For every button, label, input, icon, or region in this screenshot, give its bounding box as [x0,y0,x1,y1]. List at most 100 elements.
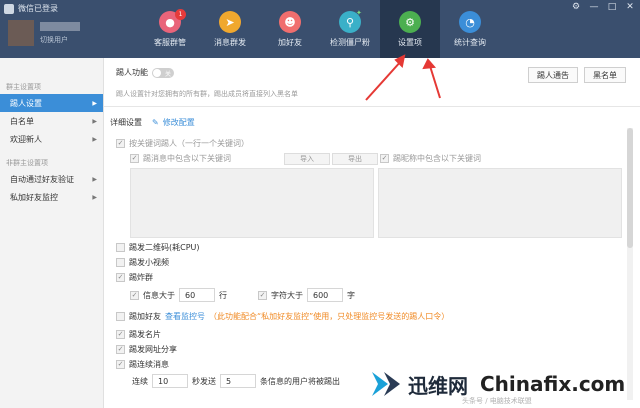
settings-icon[interactable]: ⚙ [570,2,582,12]
sidebar-item-welcome[interactable]: 欢迎新人 ▶ [0,130,103,148]
nav-label: 统计查询 [454,38,486,47]
video-checkbox[interactable] [116,258,125,267]
msg-keyword-textarea[interactable] [130,168,374,238]
sidebar-item-kick-settings[interactable]: 踢人设置 ▶ [0,94,103,112]
minimize-icon[interactable]: — [588,2,600,12]
nav-label: 检测僵尸粉 [330,38,370,47]
nav-mass-message[interactable]: ➤ 消息群发 [200,0,260,58]
user-name-blurred [40,22,80,31]
import-button[interactable]: 导入 [284,153,330,165]
nick-keyword-row: 踢昵称中包含以下关键词 [380,153,481,164]
url-share-checkbox[interactable] [116,345,125,354]
msg-keyword-row: 踢消息中包含以下关键词 [130,153,231,164]
nav-add-friend[interactable]: ☻ 加好友 [260,0,320,58]
chevron-right-icon: ▶ [92,99,97,107]
export-button[interactable]: 导出 [332,153,378,165]
nick-keyword-checkbox[interactable] [380,154,389,163]
feature-toggle-row: 踢人功能 关 [116,67,174,78]
title-bar: 微信已登录 [4,3,58,14]
feature-label: 踢人功能 [116,68,148,77]
continuous-seconds-input[interactable]: 10 [152,374,188,388]
edit-icon: ✎ [152,118,159,127]
continuous-config-row: 连续 10 秒发送 5 条信息的用户将被踢出 [132,374,340,388]
char-length-label: 字符大于 [271,290,303,300]
video-label: 踢发小视频 [129,258,169,267]
video-row: 踢发小视频 [116,257,169,268]
chevron-right-icon: ▶ [92,175,97,183]
char-length-input[interactable]: 600 [307,288,343,302]
msg-length-checkbox[interactable] [130,290,139,300]
chart-icon: ◔ [459,11,481,33]
spam-checkbox[interactable] [116,273,125,282]
chevron-right-icon: ▶ [92,117,97,125]
avatar[interactable] [8,20,34,46]
nav-label: 消息群发 [214,38,246,47]
char-unit: 字 [347,290,355,300]
scrollbar[interactable] [627,128,633,400]
row-unit: 行 [219,290,227,300]
switch-user-link[interactable]: 切换用户 [40,35,68,45]
private-add-checkbox[interactable] [116,312,125,321]
maximize-icon[interactable]: □ [606,2,618,12]
sidebar-item-label: 自动通过好友验证 [10,174,74,184]
sidebar: 群主设置项 踢人设置 ▶ 白名单 ▶ 欢迎新人 ▶ 非群主设置项 自动通过好友验… [0,58,104,408]
detail-label: 详细设置 [110,118,142,127]
sidebar-item-label: 踢人设置 [10,98,42,108]
private-add-label: 踢加好友 [129,312,161,321]
detail-settings-row: 详细设置 ✎ 修改配置 [110,117,195,128]
nav-label: 设置项 [398,38,422,47]
char-length-checkbox[interactable] [258,290,267,300]
nav-settings[interactable]: ⚙ 设置项 [380,0,440,58]
keyword-kick-checkbox[interactable] [116,139,125,148]
keyword-kick-row: 按关键词踢人（一行一个关键词） [116,138,249,149]
msg-length-label: 信息大于 [143,290,175,300]
window-controls: ⚙ — □ ✕ [570,2,636,12]
sidebar-item-auto-accept[interactable]: 自动通过好友验证 ▶ [0,170,103,188]
gear-icon: ⚙ [399,11,421,33]
nick-keyword-textarea[interactable] [378,168,622,238]
nav-customer-group[interactable]: ● 1 客服群管 [140,0,200,58]
nav-statistics[interactable]: ◔ 统计查询 [440,0,500,58]
continuous-row: 踢连续消息 [116,359,169,370]
continuous-mid: 秒发送 [192,376,216,386]
toggle-text: 关 [164,70,171,78]
watermark-logo-icon [372,372,400,396]
continuous-label: 踢连续消息 [129,360,169,369]
msg-keyword-checkbox[interactable] [130,154,139,163]
sidebar-group-owner: 群主设置项 [6,83,41,91]
send-icon: ➤ [219,11,241,33]
main-nav: ● 1 客服群管 ➤ 消息群发 ☻ 加好友 ⚲ ✦ 检测僵尸粉 ⚙ 设置项 ◔ … [140,0,500,58]
sidebar-item-whitelist[interactable]: 白名单 ▶ [0,112,103,130]
feature-hint: 踢人设置针对您拥有的所有群，踢出成员将直接列入黑名单 [116,90,298,98]
kick-notice-button[interactable]: 踢人通告 [528,67,578,83]
top-header: 微信已登录 切换用户 ● 1 客服群管 ➤ 消息群发 ☻ 加好友 ⚲ ✦ 检测僵… [0,0,640,58]
nav-detect-zombie[interactable]: ⚲ ✦ 检测僵尸粉 [320,0,380,58]
msg-length-input[interactable]: 60 [179,288,215,302]
sidebar-item-private-monitor[interactable]: 私加好友监控 ▶ [0,188,103,206]
msg-keyword-label: 踢消息中包含以下关键词 [143,154,231,163]
new-mark-icon: ✦ [356,9,362,17]
sidebar-group-non-owner: 非群主设置项 [6,159,48,167]
continuous-count-input[interactable]: 5 [220,374,256,388]
card-row: 踢发名片 [116,329,161,340]
card-label: 踢发名片 [129,330,161,339]
close-icon[interactable]: ✕ [624,2,636,12]
blacklist-button[interactable]: 黑名单 [584,67,626,83]
nick-keyword-label: 踢昵称中包含以下关键词 [393,154,481,163]
private-add-warning: （此功能配合“私加好友监控”使用，只处理监控号发送的踢人口令） [209,312,450,321]
url-share-row: 踢发网址分享 [116,344,177,355]
msg-length-row: 信息大于 60 行 [130,288,227,302]
qrcode-checkbox[interactable] [116,243,125,252]
edit-config-link[interactable]: 修改配置 [163,117,195,128]
card-checkbox[interactable] [116,330,125,339]
kick-feature-toggle[interactable]: 关 [152,67,174,78]
continuous-suffix: 条信息的用户将被踢出 [260,376,340,386]
nav-label: 加好友 [278,38,302,47]
chevron-right-icon: ▶ [92,135,97,143]
sidebar-item-label: 欢迎新人 [10,134,42,144]
view-monitor-link[interactable]: 查看监控号 [165,311,205,322]
watermark-sub: 头条号 / 电脑技术联盟 [462,397,532,405]
continuous-checkbox[interactable] [116,360,125,369]
scroll-thumb[interactable] [627,128,633,248]
spam-label: 踢炸群 [129,273,153,282]
